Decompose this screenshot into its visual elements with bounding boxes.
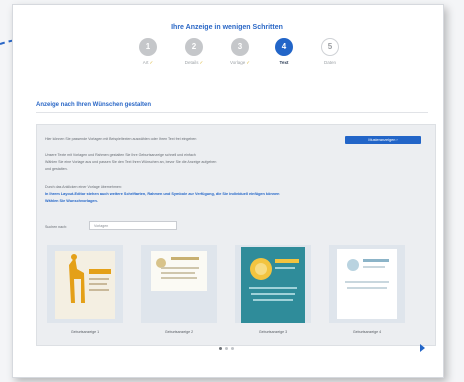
carousel-dots (219, 337, 237, 355)
classic-card-image (151, 251, 207, 291)
panel-hint: Durch das Anklicken einer Vorlage überne… (45, 185, 122, 189)
checkmark-icon: ✓ (149, 60, 154, 65)
panel-body-line: Unsere Texte mit Vorlagen und Rahmen ges… (45, 153, 196, 157)
template-thumbnail-4[interactable]: Geburtsanzeige 4 (329, 245, 405, 334)
step-label: Vorlage (229, 60, 246, 65)
carousel-dot[interactable] (231, 347, 234, 350)
panel-body-line: Wählen Sie eine Vorlage aus und passen S… (45, 160, 217, 164)
step-label: Text (279, 60, 289, 65)
template-thumbnail-2[interactable]: Geburtsanzeige 2 (141, 245, 217, 334)
checkmark-icon: ✓ (246, 60, 251, 65)
carousel-dot[interactable] (225, 347, 228, 350)
thumbnail-label: Geburtsanzeige 2 (164, 330, 194, 334)
step-circle: 4 (275, 38, 293, 56)
panel-intro: Hier können Sie passende Vorlagen mit Be… (45, 137, 197, 141)
step-label: Details (184, 60, 199, 65)
carousel-dot[interactable] (219, 347, 222, 350)
section-title: Anzeige nach Ihren Wünschen gestalten (36, 102, 152, 108)
template-panel: Hier können Sie passende Vorlagen mit Be… (36, 124, 436, 352)
divider (36, 112, 428, 113)
template-thumbnail-1[interactable]: Geburtsanzeige 1 (47, 245, 123, 334)
step-circle: 5 (321, 38, 339, 56)
thumbnail-label: Geburtsanzeige 1 (70, 330, 100, 334)
panel-body-line: und gestalten. (45, 167, 68, 171)
page-headline: Ihre Anzeige in wenigen Schritten (171, 24, 283, 31)
search-input[interactable]: Vorlagen (89, 221, 177, 230)
chevron-right-icon[interactable] (417, 343, 427, 353)
templates-button[interactable]: Musteranzeigen › (345, 136, 421, 144)
step-label: Art (142, 60, 149, 65)
pastel-card-image (337, 249, 397, 319)
step-1[interactable]: 1 Art✓ (128, 38, 168, 66)
step-4[interactable]: 4 Text (264, 38, 304, 65)
thumbnail-label: Geburtsanzeige 3 (258, 330, 288, 334)
step-5[interactable]: 5 Daten (310, 38, 350, 65)
step-circle: 1 (139, 38, 157, 56)
thumbnail-label: Geburtsanzeige 4 (352, 330, 382, 334)
template-thumbnail-3[interactable]: Geburtsanzeige 3 (235, 245, 311, 334)
step-circle: 2 (185, 38, 203, 56)
progress-stepper: 1 Art✓ 2 Details✓ 3 Vorlage✓ 4 Text 5 Da… (128, 38, 358, 84)
step-label: Daten (323, 60, 336, 65)
giraffe-card-image (55, 251, 115, 319)
search-label: Suchen nach: (45, 225, 67, 229)
panel-highlight: Wählen Sie Wunschvorlagen. (45, 199, 98, 203)
panel-highlight: In Ihrem Layout-Editor stehen auch weite… (45, 192, 280, 196)
step-circle: 3 (231, 38, 249, 56)
step-2[interactable]: 2 Details✓ (174, 38, 214, 66)
checkmark-icon: ✓ (199, 60, 204, 65)
lion-card-image (241, 247, 305, 323)
step-3[interactable]: 3 Vorlage✓ (220, 38, 260, 66)
